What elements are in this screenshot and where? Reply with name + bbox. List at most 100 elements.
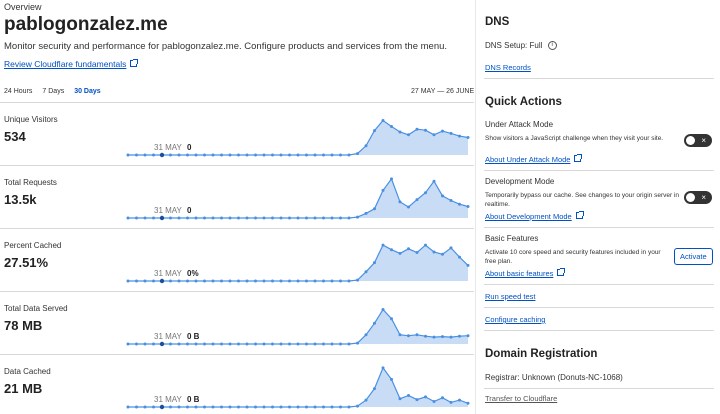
chart-point[interactable] xyxy=(356,404,359,408)
chart-point[interactable] xyxy=(424,334,427,338)
chart-point[interactable] xyxy=(441,396,444,400)
chart-point[interactable] xyxy=(203,153,206,157)
chart-point[interactable] xyxy=(347,279,351,283)
chart-point[interactable] xyxy=(194,405,198,409)
chart-point[interactable] xyxy=(313,405,317,409)
chart-point[interactable] xyxy=(135,342,138,346)
chart-point[interactable] xyxy=(407,334,410,338)
chart-point[interactable] xyxy=(288,342,291,346)
chart-point[interactable] xyxy=(186,405,189,409)
chart-point[interactable] xyxy=(432,250,436,254)
chart-point[interactable] xyxy=(271,279,274,283)
chart-point[interactable] xyxy=(466,136,470,139)
chart-point[interactable] xyxy=(169,342,172,346)
chart-point[interactable] xyxy=(373,261,376,265)
chart-point[interactable] xyxy=(211,279,215,283)
chart-point[interactable] xyxy=(203,216,206,220)
under-attack-toggle[interactable]: × xyxy=(684,134,712,147)
chart-point[interactable] xyxy=(296,342,300,346)
chart-point[interactable] xyxy=(220,279,223,283)
run-speed-test-link[interactable]: Run speed test xyxy=(485,292,535,301)
chart-point[interactable] xyxy=(262,279,266,283)
chart-point[interactable] xyxy=(159,278,165,284)
range-30d[interactable]: 30 Days xyxy=(74,88,100,95)
chart-point[interactable] xyxy=(424,128,427,132)
chart-point[interactable] xyxy=(330,153,334,157)
chart-point[interactable] xyxy=(220,405,223,409)
chart-point[interactable] xyxy=(398,251,402,255)
chart-point[interactable] xyxy=(135,216,138,220)
chart-point[interactable] xyxy=(288,153,291,157)
range-7d[interactable]: 7 Days xyxy=(42,88,64,95)
chart-point[interactable] xyxy=(152,153,155,157)
chart-point[interactable] xyxy=(398,200,402,204)
chart-point[interactable] xyxy=(245,342,249,346)
chart-point[interactable] xyxy=(364,270,368,274)
chart-point[interactable] xyxy=(152,405,155,409)
chart-point[interactable] xyxy=(237,405,240,409)
chart-point[interactable] xyxy=(322,342,325,346)
chart-point[interactable] xyxy=(322,153,325,157)
chart-point[interactable] xyxy=(305,279,308,283)
chart-point[interactable] xyxy=(415,398,419,402)
chart-point[interactable] xyxy=(415,198,419,202)
chart-point[interactable] xyxy=(271,405,274,409)
chart-point[interactable] xyxy=(152,342,155,346)
chart-point[interactable] xyxy=(177,405,181,409)
chart-point[interactable] xyxy=(364,398,368,402)
chart-point[interactable] xyxy=(211,342,215,346)
chart-point[interactable] xyxy=(339,279,342,283)
chart-point[interactable] xyxy=(407,205,410,209)
chart-point[interactable] xyxy=(135,279,138,283)
chart-point[interactable] xyxy=(220,342,223,346)
chart-point[interactable] xyxy=(305,342,308,346)
chart-point[interactable] xyxy=(441,129,444,133)
chart-point[interactable] xyxy=(159,404,165,410)
chart-point[interactable] xyxy=(330,279,334,283)
chart-point[interactable] xyxy=(424,395,427,399)
chart-point[interactable] xyxy=(364,144,368,148)
chart-point[interactable] xyxy=(262,216,266,220)
chart-point[interactable] xyxy=(279,153,283,157)
chart-point[interactable] xyxy=(186,279,189,283)
chart-point[interactable] xyxy=(126,279,130,283)
chart-point[interactable] xyxy=(381,119,385,122)
chart-point[interactable] xyxy=(126,342,130,346)
review-fundamentals-link[interactable]: Review Cloudflare fundamentals xyxy=(4,59,139,69)
chart-point[interactable] xyxy=(458,398,461,402)
chart-point[interactable] xyxy=(313,216,317,220)
chart-point[interactable] xyxy=(220,216,223,220)
chart-point[interactable] xyxy=(186,216,189,220)
chart-point[interactable] xyxy=(407,247,410,251)
under-attack-link-wrap[interactable]: About Under Attack Mode xyxy=(485,154,583,164)
chart-point[interactable] xyxy=(177,279,181,283)
basic-features-link-wrap[interactable]: About basic features xyxy=(485,268,566,278)
chart-point[interactable] xyxy=(339,405,342,409)
metric-chart[interactable] xyxy=(120,292,470,355)
chart-point[interactable] xyxy=(245,279,249,283)
activate-button[interactable]: Activate xyxy=(674,248,713,265)
chart-point[interactable] xyxy=(305,405,308,409)
chart-point[interactable] xyxy=(169,405,172,409)
chart-point[interactable] xyxy=(237,279,240,283)
chart-point[interactable] xyxy=(279,216,283,220)
chart-point[interactable] xyxy=(245,153,249,157)
chart-point[interactable] xyxy=(143,405,147,409)
chart-point[interactable] xyxy=(356,278,359,282)
chart-point[interactable] xyxy=(330,342,334,346)
transfer-to-cloudflare-link[interactable]: Transfer to Cloudflare xyxy=(485,394,557,403)
about-dev-mode-link[interactable]: About Development Mode xyxy=(485,212,572,221)
chart-point[interactable] xyxy=(159,152,165,158)
chart-point[interactable] xyxy=(432,133,436,137)
chart-point[interactable] xyxy=(126,153,130,157)
chart-point[interactable] xyxy=(143,279,147,283)
chart-point[interactable] xyxy=(203,405,206,409)
chart-point[interactable] xyxy=(347,342,351,346)
chart-point[interactable] xyxy=(441,252,444,256)
chart-point[interactable] xyxy=(194,342,198,346)
chart-point[interactable] xyxy=(177,153,181,157)
chart-point[interactable] xyxy=(441,194,444,198)
metric-chart[interactable] xyxy=(120,166,470,229)
chart-point[interactable] xyxy=(237,342,240,346)
chart-point[interactable] xyxy=(254,279,257,283)
